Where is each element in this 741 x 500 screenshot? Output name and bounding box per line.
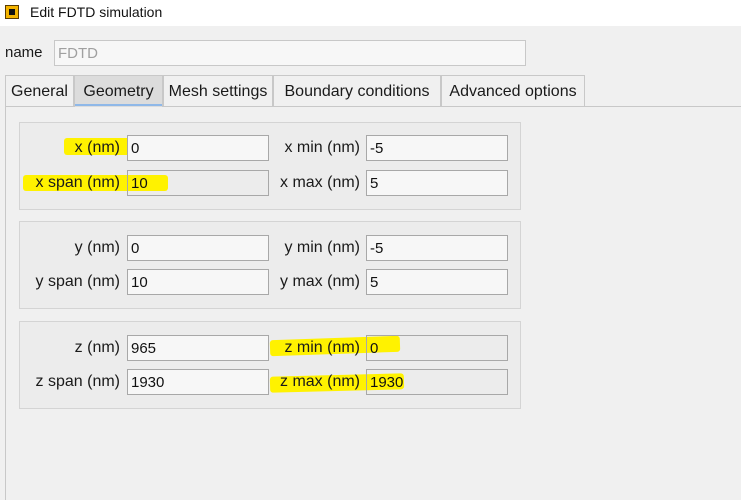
x-span-input[interactable]: [127, 170, 269, 196]
y-span-label: y span (nm): [35, 273, 120, 290]
z-max-input[interactable]: [366, 369, 508, 395]
y-min-input[interactable]: [366, 235, 508, 261]
z-center-label: z (nm): [74, 339, 120, 356]
tab-advanced-options[interactable]: Advanced options: [441, 75, 585, 106]
tab-geometry-label: Geometry: [83, 83, 154, 100]
name-label: name: [5, 44, 43, 61]
title-bar: Edit FDTD simulation: [0, 0, 741, 26]
tab-general[interactable]: General: [5, 75, 74, 106]
z-min-label: z min (nm): [284, 339, 360, 356]
x-min-input[interactable]: [366, 135, 508, 161]
y-center-label: y (nm): [74, 239, 120, 256]
x-max-label: x max (nm): [280, 174, 360, 191]
z-span-input[interactable]: [127, 369, 269, 395]
x-center-input[interactable]: [127, 135, 269, 161]
z-span-label: z span (nm): [35, 373, 120, 390]
tab-geometry[interactable]: Geometry: [74, 75, 163, 107]
x-min-label: x min (nm): [284, 139, 360, 156]
z-center-input[interactable]: [127, 335, 269, 361]
tab-boundary-conditions[interactable]: Boundary conditions: [273, 75, 441, 106]
z-max-label: z max (nm): [280, 373, 360, 390]
y-center-input[interactable]: [127, 235, 269, 261]
x-max-input[interactable]: [366, 170, 508, 196]
tab-mesh-settings[interactable]: Mesh settings: [163, 75, 273, 106]
y-min-label: y min (nm): [284, 239, 360, 256]
y-max-label: y max (nm): [280, 273, 360, 290]
x-span-label: x span (nm): [35, 174, 120, 191]
name-input[interactable]: [54, 40, 526, 66]
x-center-label: x (nm): [74, 139, 120, 156]
y-max-input[interactable]: [366, 269, 508, 295]
y-span-input[interactable]: [127, 269, 269, 295]
tab-bar: General Geometry Mesh settings Boundary …: [5, 75, 741, 107]
window-title: Edit FDTD simulation: [30, 4, 163, 20]
app-icon: [5, 5, 19, 19]
z-min-input[interactable]: [366, 335, 508, 361]
